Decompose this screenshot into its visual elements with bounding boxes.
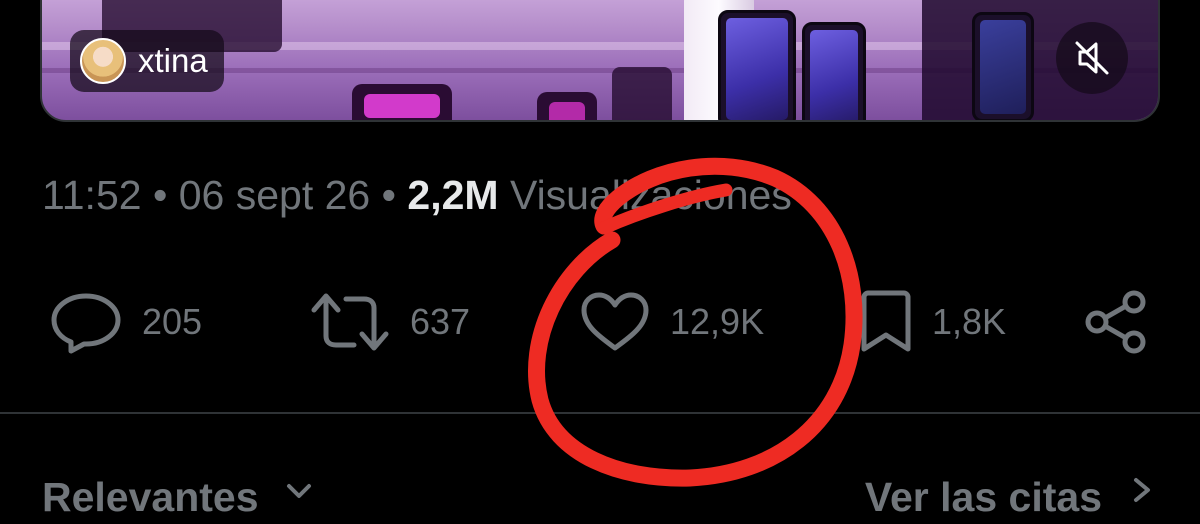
tweet-date: 06 sept 26 (178, 172, 371, 218)
tweet-meta-line: 11:52 • 06 sept 26 • 2,2M Visualizacione… (42, 170, 792, 220)
bookmark-button[interactable]: 1,8K (858, 290, 1006, 354)
view-quotes-label: Ver las citas (864, 474, 1102, 520)
relevant-sort-dropdown[interactable]: Relevantes (42, 474, 315, 524)
relevant-sort-label: Relevantes (42, 474, 259, 520)
views-label[interactable]: Visualizaciones (510, 172, 792, 218)
fan-phone (972, 12, 1034, 120)
avatar (80, 38, 126, 84)
repost-icon (311, 293, 389, 351)
reply-button[interactable]: 205 (48, 290, 202, 354)
like-count: 12,9K (670, 301, 765, 342)
heart-icon (581, 292, 649, 351)
chevron-right-icon (1134, 478, 1150, 502)
video-user-name: xtina (138, 42, 208, 79)
mute-toggle-button[interactable] (1056, 22, 1128, 94)
share-button[interactable] (1082, 290, 1152, 354)
video-player[interactable]: xtina (40, 0, 1160, 122)
bookmark-count: 1,8K (932, 301, 1007, 342)
reply-bubble-icon (51, 293, 121, 354)
stage-light (352, 84, 452, 120)
view-quotes-link[interactable]: Ver las citas (865, 474, 1158, 524)
repost-button[interactable]: 637 (308, 290, 470, 354)
meta-separator: • (381, 172, 396, 218)
video-user-chip[interactable]: xtina (70, 30, 224, 92)
reply-count: 205 (142, 301, 203, 342)
meta-separator: • (152, 172, 168, 218)
section-divider (0, 412, 1200, 414)
speaker-muted-icon (1075, 41, 1109, 75)
chevron-down-icon (286, 484, 311, 498)
fan-phone (718, 10, 796, 120)
fan-phone (802, 22, 866, 120)
like-button[interactable]: 12,9K (578, 290, 764, 354)
views-count[interactable]: 2,2M (407, 172, 498, 218)
crowd-silhouette (612, 67, 672, 120)
bookmark-icon (861, 290, 911, 352)
stage-light (537, 92, 597, 120)
replies-filter-row: Relevantes Ver las citas (42, 474, 1158, 524)
share-icon (1085, 290, 1146, 354)
repost-count: 637 (410, 301, 471, 342)
tweet-time: 11:52 (42, 172, 142, 218)
